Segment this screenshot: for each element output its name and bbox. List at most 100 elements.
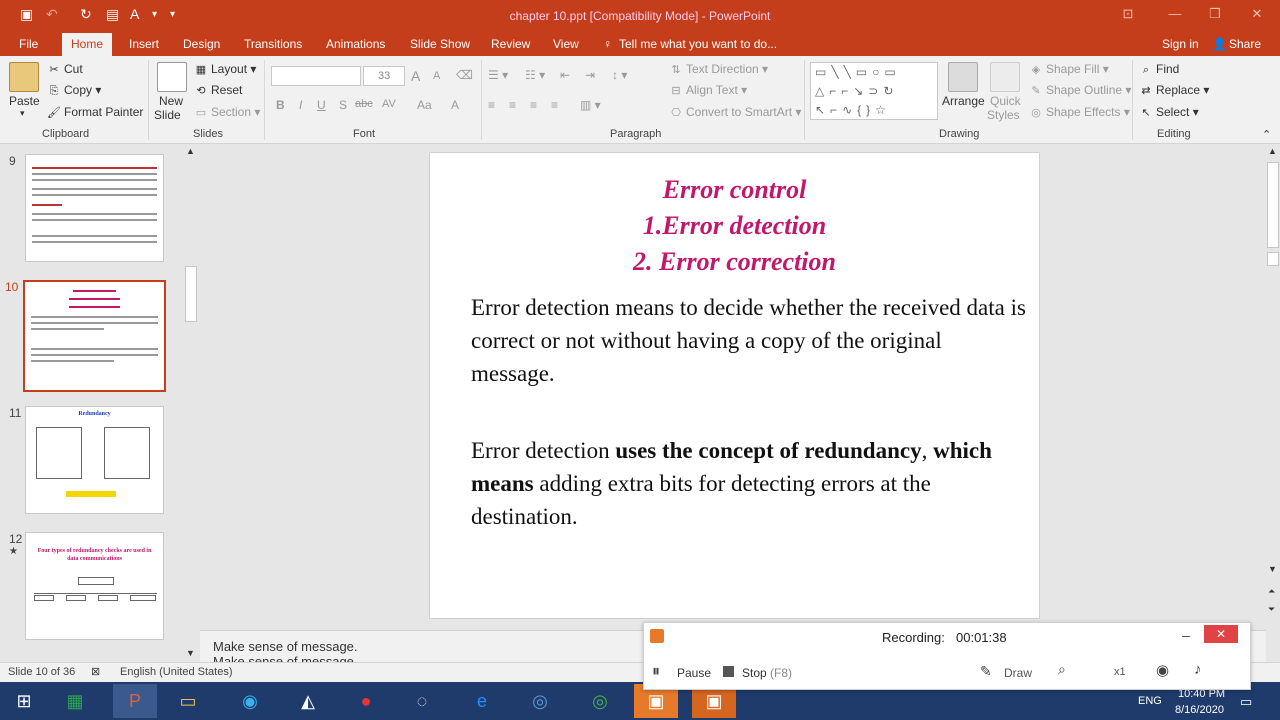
scroll-down-icon[interactable]: ▼ [186,648,195,658]
tab-transitions[interactable]: Transitions [244,37,302,51]
tab-file[interactable]: File [19,37,38,51]
shape-fill-button[interactable]: ◈ Shape Fill ▾ [1029,62,1109,77]
close-button[interactable]: ✕ [1242,6,1272,22]
new-slide-label-2[interactable]: Slide [154,108,181,122]
pause-button[interactable]: Pause [677,666,711,680]
powerpoint-icon[interactable]: P [113,684,157,718]
clear-format-icon[interactable]: ⌫ [456,68,473,82]
find-button[interactable]: ⌕ Find [1139,62,1179,77]
language-indicator[interactable]: English (United States) [120,666,233,678]
thumbnail-slide-11[interactable]: Redundancy [25,406,164,514]
slide-paragraph-2[interactable]: Error detection uses the concept of redu… [471,434,1031,533]
share-button[interactable]: Share [1229,37,1261,51]
chrome-icon[interactable]: ◎ [578,684,622,718]
bold-button[interactable]: B [276,98,285,112]
change-case-button[interactable]: Aa [417,98,432,112]
firefox-icon[interactable]: ◉ [228,684,272,718]
chrome-icon[interactable]: ◎ [518,684,562,718]
tab-design[interactable]: Design [183,37,220,51]
sign-in-link[interactable]: Sign in [1162,37,1199,51]
reset-button[interactable]: ⟲ Reset [194,83,242,98]
app-icon[interactable]: ● [344,684,388,718]
shape-effects-button[interactable]: ◎ Shape Effects ▾ [1029,105,1130,120]
font-name-combo[interactable] [271,66,361,86]
shrink-font-button[interactable]: A [433,70,440,82]
paste-icon[interactable] [9,62,39,92]
quick-styles-icon[interactable] [990,62,1020,92]
minimize-button[interactable]: — [1160,6,1190,21]
convert-smartart-button[interactable]: ⎔ Convert to SmartArt ▾ [669,105,801,120]
italic-button[interactable]: I [299,98,302,112]
thumbnail-slide-12[interactable]: Four types of redundancy checks are used… [25,532,164,640]
select-button[interactable]: ↖ Select ▾ [1139,105,1198,120]
input-language[interactable]: ENG [1138,695,1162,707]
slide-title-line-1[interactable]: Error control [430,175,1039,205]
align-center-icon[interactable]: ≡ [509,98,516,112]
windows-start-icon[interactable]: ⊞ [2,684,46,718]
char-spacing-button[interactable]: AV [382,98,396,110]
scrollbar-thumb[interactable] [185,266,197,322]
format-painter-button[interactable]: 🖌 Format Painter [47,105,143,120]
file-explorer-icon[interactable]: ▭ [166,684,210,718]
tab-view[interactable]: View [553,37,579,51]
previous-slide-icon[interactable]: ⏶ [1268,586,1275,597]
tab-review[interactable]: Review [491,37,530,51]
bullets-icon[interactable]: ☰ ▾ [488,68,508,82]
line-spacing-icon[interactable]: ↕ ▾ [612,68,627,82]
tab-slide-show[interactable]: Slide Show [410,37,470,51]
next-slide-icon[interactable]: ⏷ [1268,604,1275,615]
new-slide-label-1[interactable]: New [159,94,183,108]
font-size-combo[interactable]: 33 [363,66,405,86]
scroll-up-icon[interactable]: ▲ [186,146,195,156]
numbering-icon[interactable]: ☷ ▾ [525,68,545,82]
tell-me-search[interactable]: Tell me what you want to do... [619,37,777,51]
replace-button[interactable]: ⇄ Replace ▾ [1139,83,1209,98]
paste-dropdown-icon[interactable]: ▾ [20,108,25,119]
excel-icon[interactable]: ▦ [53,684,97,718]
grow-font-button[interactable]: A [411,68,420,84]
collapse-ribbon-icon[interactable]: ⌃ [1262,128,1271,141]
scrollbar-thumb[interactable] [1267,162,1279,248]
slide-title-line-3[interactable]: 2. Error correction [430,247,1039,277]
scroll-down-icon[interactable]: ▼ [1268,564,1277,574]
slide-scrollbar[interactable]: ▲ ▼ ⏶ ⏷ [1266,144,1280,630]
quick-styles-label-1[interactable]: Quick [990,94,1021,108]
tab-animations[interactable]: Animations [326,37,385,51]
paste-button[interactable]: Paste [9,94,40,108]
cut-button[interactable]: ✂ Cut [47,62,82,77]
align-text-button[interactable]: ⊟ Align Text ▾ [669,83,747,98]
strikethrough-button[interactable]: abc [355,98,373,110]
pencil-icon[interactable]: ✎ [980,663,992,680]
notifications-icon[interactable]: ▭ [1240,694,1252,710]
app-icon[interactable]: ◭ [286,684,330,718]
decrease-indent-icon[interactable]: ⇤ [560,68,570,82]
tab-insert[interactable]: Insert [129,37,159,51]
justify-icon[interactable]: ≡ [551,98,558,112]
increase-indent-icon[interactable]: ⇥ [585,68,595,82]
shapes-gallery[interactable]: ▭╲╲▭○▭ △⌐⌐↘⊃↻ ↖⌐∿{}☆ [810,62,938,120]
app-icon[interactable]: ◌ [400,684,444,718]
draw-button[interactable]: Draw [1004,666,1032,680]
scrollbar-thumb-lower[interactable] [1267,252,1279,266]
font-color-button[interactable]: A [451,98,459,112]
webcam-icon[interactable]: ◉ [1156,661,1169,679]
slide-paragraph-1[interactable]: Error detection means to decide whether … [471,291,1031,390]
shape-outline-button[interactable]: ✎ Shape Outline ▾ [1029,83,1131,98]
slide-title-line-2[interactable]: 1.Error detection [430,211,1039,241]
stop-button[interactable]: Stop [742,666,767,680]
section-button[interactable]: ▭ Section ▾ [194,105,261,120]
underline-button[interactable]: U [317,98,326,112]
new-slide-icon[interactable] [157,62,187,92]
tab-home[interactable]: Home [62,33,113,57]
arrange-button[interactable]: Arrange [942,94,985,108]
layout-button[interactable]: ▦ Layout ▾ [194,62,257,77]
align-right-icon[interactable]: ≡ [530,98,537,112]
microphone-icon[interactable]: ♪ [1194,661,1202,678]
thumbnail-slide-10[interactable] [23,280,166,392]
shadow-button[interactable]: S [339,98,347,112]
ribbon-display-icon[interactable]: ⊡ [1113,6,1143,22]
pause-icon[interactable]: ⏸ [652,663,660,681]
clock-date[interactable]: 8/16/2020 [1175,704,1224,716]
text-direction-button[interactable]: ⇅ Text Direction ▾ [669,62,768,77]
scroll-up-icon[interactable]: ▲ [1268,146,1277,156]
